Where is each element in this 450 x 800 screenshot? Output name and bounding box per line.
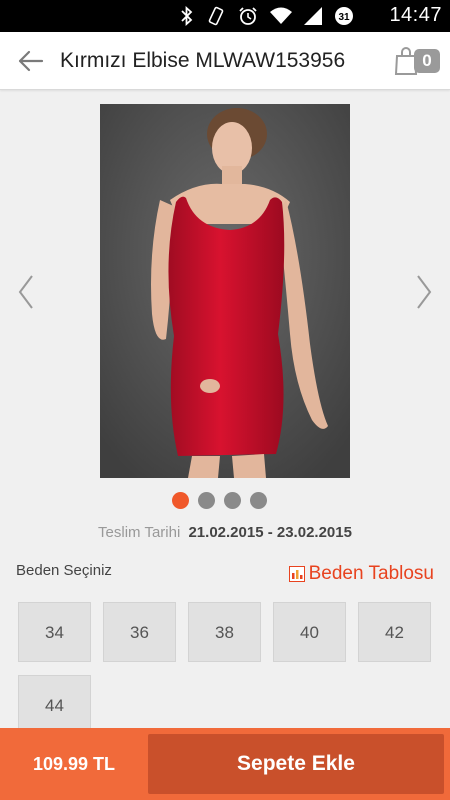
size-chart-label: Beden Tablosu [308, 563, 434, 584]
bluetooth-icon [181, 6, 193, 26]
previous-image-icon[interactable] [12, 270, 40, 314]
bar-chart-icon [288, 566, 305, 582]
image-pagination-dots [172, 492, 267, 509]
signal-icon [304, 7, 322, 25]
vibrate-icon [208, 6, 224, 26]
bottom-action-bar: 109.99 TL Sepete Ekle [0, 728, 450, 800]
product-price: 109.99 TL [32, 754, 116, 774]
cart-button[interactable]: 0 [394, 46, 442, 76]
pagination-dot-3[interactable] [224, 492, 241, 509]
next-image-icon[interactable] [410, 270, 438, 314]
size-select-label: Beden Seçiniz [16, 562, 112, 579]
pagination-dot-4[interactable] [250, 492, 267, 509]
status-bar: 31 14:47 [0, 0, 450, 32]
size-option-36[interactable]: 36 [103, 602, 176, 662]
size-option-40[interactable]: 40 [273, 602, 346, 662]
wifi-icon [270, 7, 292, 24]
pagination-dot-2[interactable] [198, 492, 215, 509]
size-option-42[interactable]: 42 [358, 602, 431, 662]
size-option-44[interactable]: 44 [18, 675, 91, 735]
cart-count-badge: 0 [414, 49, 440, 73]
status-icons: 31 [180, 6, 354, 26]
size-option-34[interactable]: 34 [18, 602, 91, 662]
status-time: 14:47 [389, 4, 442, 26]
page-title: Kırmızı Elbise MLWAW153956 [60, 49, 346, 72]
battery-level: 31 [338, 12, 350, 23]
delivery-info: Teslim Tarihi 21.02.2015 - 23.02.2015 [0, 524, 450, 541]
battery-icon: 31 [335, 7, 353, 25]
size-option-38[interactable]: 38 [188, 602, 261, 662]
pagination-dot-1[interactable] [172, 492, 189, 509]
alarm-icon [239, 7, 257, 25]
add-to-cart-button[interactable]: Sepete Ekle [148, 734, 444, 794]
app-bar: Kırmızı Elbise MLWAW153956 0 [0, 32, 450, 90]
delivery-date-range: 21.02.2015 - 23.02.2015 [188, 524, 352, 541]
back-arrow-icon[interactable] [16, 47, 46, 75]
delivery-label: Teslim Tarihi [98, 524, 181, 541]
size-chart-link[interactable]: Beden Tablosu [288, 563, 434, 585]
product-image [100, 104, 350, 478]
